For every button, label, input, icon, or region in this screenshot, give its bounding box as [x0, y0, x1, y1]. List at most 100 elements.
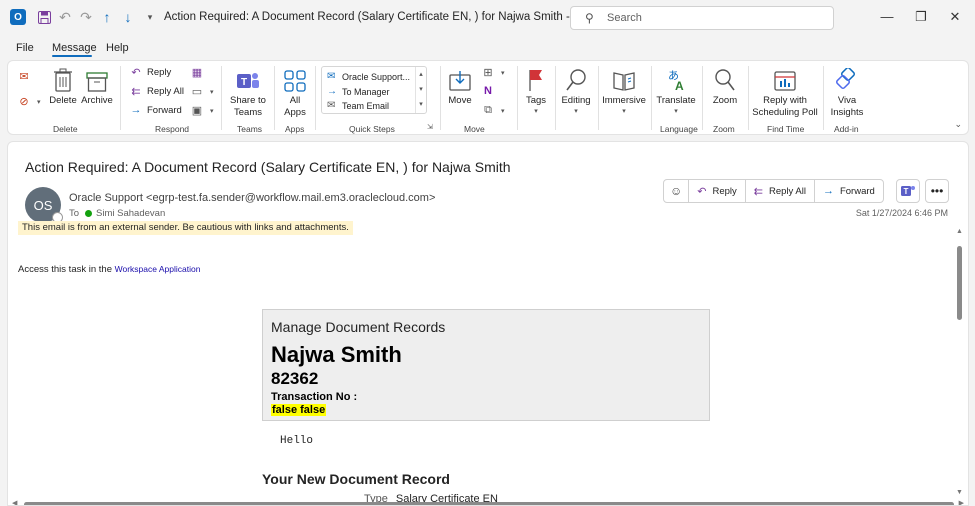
sender[interactable]: Oracle Support <egrp-test.fa.sender@work…	[69, 192, 435, 204]
report-icon: ⊘	[19, 96, 29, 108]
zoom-button[interactable]: Zoom	[708, 64, 742, 107]
chevron-up-icon[interactable]: ▴	[416, 67, 426, 82]
message-actions: ☺ ↶ Reply ⇇ Reply All → Forward	[663, 179, 884, 203]
close-icon[interactable]: ✕	[948, 10, 962, 24]
workspace-application-link[interactable]: Workspace Application	[115, 264, 201, 274]
quick-step-team-email[interactable]: ✉ Team Email	[327, 100, 389, 111]
actions-icon: ⧉	[484, 104, 492, 116]
reply-button[interactable]: ↶ Reply	[129, 66, 171, 79]
scheduling-poll-icon	[773, 64, 797, 92]
group-divider	[274, 66, 275, 130]
menu-file[interactable]: File	[16, 42, 34, 54]
ribbon-collapse-icon[interactable]: ⌄	[954, 119, 962, 130]
flag-icon	[528, 64, 544, 92]
delete-button[interactable]: Delete	[48, 64, 78, 107]
share-to-teams-button[interactable]: T Share to Teams	[226, 64, 270, 119]
emoji-reaction-button[interactable]: ☺	[664, 180, 690, 202]
ignore-button[interactable]: ✉	[17, 70, 35, 83]
chevron-down-icon[interactable]: ▾	[416, 82, 426, 97]
forward-icon: →	[327, 86, 337, 97]
share-to-teams-button[interactable]: T	[896, 179, 920, 203]
teams-icon: T	[236, 64, 260, 92]
customize-icon[interactable]: ▾	[142, 9, 158, 25]
translate-button[interactable]: あA Translate ▾	[656, 64, 696, 115]
group-label-quick-steps: Quick Steps	[349, 124, 395, 134]
search-input[interactable]	[607, 10, 827, 26]
zoom-icon	[714, 64, 736, 92]
forward-button[interactable]: → Forward	[815, 180, 883, 202]
scroll-up-icon[interactable]: ▲	[956, 228, 963, 235]
menu-message[interactable]: Message	[52, 42, 97, 54]
rules-icon: ⊞	[483, 67, 493, 79]
minimize-icon[interactable]: —	[880, 10, 894, 24]
vertical-scroll-thumb[interactable]	[957, 246, 962, 320]
vertical-scrollbar[interactable]: ▲ ▼	[955, 228, 965, 496]
translate-icon: あA	[665, 64, 687, 92]
report-button[interactable]: ⊘ ▾	[17, 95, 40, 108]
teams-icon: T	[901, 186, 915, 196]
message-date: Sat 1/27/2024 6:46 PM	[855, 208, 948, 218]
ribbon: ✉ ⊘ ▾ Delete Archive Delete ↶ Reply ⇇ Reply…	[7, 60, 969, 135]
magnifier-icon	[565, 64, 587, 92]
viva-insights-button[interactable]: Viva Insights	[828, 64, 866, 119]
archive-icon	[86, 64, 108, 92]
editing-button[interactable]: Editing ▾	[560, 64, 592, 115]
rules-button[interactable]: ⊞ ▾	[481, 66, 504, 79]
onenote-button[interactable]: N	[481, 85, 499, 97]
undo-icon[interactable]: ↶	[57, 9, 73, 25]
restore-icon[interactable]: ❐	[914, 10, 928, 24]
group-label-apps: Apps	[285, 124, 305, 134]
group-divider	[517, 66, 518, 130]
all-apps-button[interactable]: All Apps	[279, 64, 311, 119]
recipient[interactable]: Simi Sahadevan	[96, 208, 165, 219]
apps-grid-icon	[284, 64, 306, 92]
group-divider	[555, 66, 556, 130]
tags-button[interactable]: Tags ▾	[522, 64, 550, 115]
reply-icon: ↶	[697, 185, 707, 198]
forward-button[interactable]: → Forward	[129, 104, 182, 116]
expand-gallery-icon[interactable]: ▾	[416, 97, 426, 112]
outlook-logo-icon: O	[10, 9, 26, 25]
external-sender-warning: This email is from an external sender. B…	[18, 221, 353, 235]
actions-button[interactable]: ⧉ ▾	[481, 104, 504, 117]
move-button[interactable]: Move	[445, 64, 475, 107]
more-actions-icon[interactable]: •••	[925, 179, 949, 203]
reading-pane: Action Required: A Document Record (Sala…	[7, 141, 969, 506]
quick-step-to-manager[interactable]: → To Manager	[327, 86, 390, 97]
viva-insights-icon	[835, 64, 859, 92]
horizontal-scrollbar[interactable]: ◀ ▶	[8, 499, 968, 505]
archive-button[interactable]: Archive	[81, 64, 113, 107]
down-arrow-icon[interactable]: ↓	[120, 9, 136, 25]
quick-steps-scroll[interactable]: ▴ ▾ ▾	[415, 67, 426, 113]
reply-all-icon: ⇇	[131, 86, 141, 98]
menu-help[interactable]: Help	[106, 42, 129, 54]
title-bar: O ↶ ↷ ↑ ↓ ▾ Action Required: A Document …	[0, 0, 975, 36]
reply-all-button[interactable]: ⇇ Reply All	[746, 180, 815, 202]
scroll-right-icon[interactable]: ▶	[959, 499, 964, 505]
greeting: Hello	[280, 435, 314, 447]
group-divider	[221, 66, 222, 130]
horizontal-scroll-thumb[interactable]	[24, 502, 954, 505]
up-arrow-icon[interactable]: ↑	[99, 9, 115, 25]
reply-scheduling-poll-button[interactable]: Reply with Scheduling Poll	[752, 64, 818, 119]
reply-all-button[interactable]: ⇇ Reply All	[129, 85, 184, 98]
more-respond-button[interactable]: ▣ ▾	[190, 104, 214, 117]
access-text: Access this task in the Workspace Applic…	[18, 264, 201, 275]
message-subject: Action Required: A Document Record (Sala…	[25, 159, 511, 175]
im-button[interactable]: ▭ ▾	[190, 85, 214, 98]
recipient-line: To Simi Sahadevan	[69, 208, 166, 219]
quick-steps-launcher-icon[interactable]: ⇲	[427, 123, 433, 131]
redo-icon[interactable]: ↷	[78, 9, 94, 25]
meeting-button[interactable]: ▦	[190, 66, 208, 79]
immersive-button[interactable]: Immersive ▾	[602, 64, 646, 115]
quick-step-oracle-support[interactable]: ✉ Oracle Support...	[327, 71, 410, 82]
save-icon[interactable]	[36, 9, 52, 25]
svg-text:A: A	[675, 79, 684, 92]
svg-text:T: T	[241, 77, 247, 88]
search-box[interactable]: ⚲	[570, 6, 834, 30]
scroll-left-icon[interactable]: ◀	[12, 499, 17, 505]
scroll-down-icon[interactable]: ▼	[956, 489, 963, 496]
reply-button[interactable]: ↶ Reply	[689, 180, 746, 202]
svg-text:T: T	[904, 187, 909, 196]
transaction-value: false false	[271, 404, 327, 416]
